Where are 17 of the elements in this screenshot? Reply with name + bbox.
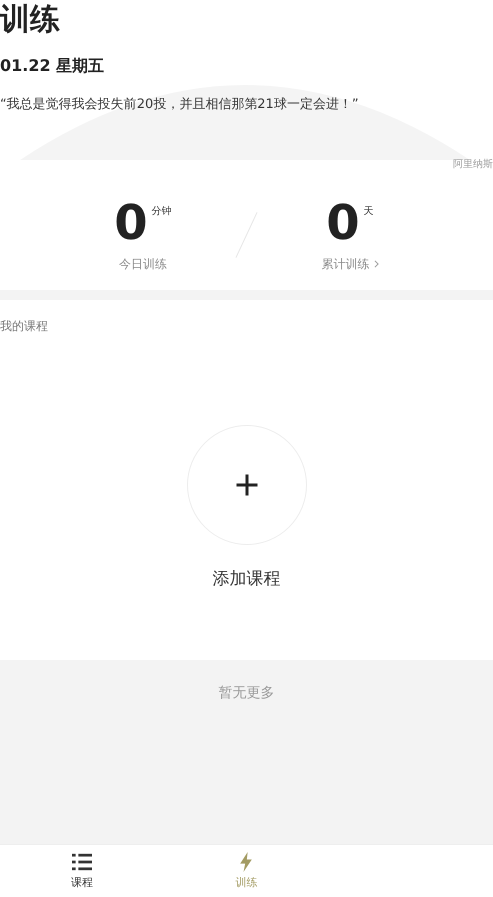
empty-note: 暂无更多 [218,684,274,703]
quote-text: “我总是觉得我会投失前20投，并且相信那第21球一定会进！” [0,96,360,113]
stat-label: 今日训练 [119,256,167,272]
stat-unit: 天 [364,204,374,218]
page-title: 训练 [0,1,61,39]
date-text: 01.22 星期五 [0,56,106,77]
section-heading: 我的课程 [0,318,48,335]
stat-value: 0 [114,198,148,248]
add-course-label: 添加课程 [212,568,280,590]
stat-link[interactable]: 累计训练 [322,256,378,272]
quote-author: 阿里纳斯 [453,158,493,171]
tab[interactable]: 训练 [164,845,329,897]
chevron-icon [374,260,378,268]
stat-unit: 分钟 [152,204,172,218]
list-icon [72,852,92,872]
stat-value: 0 [326,198,360,248]
tab[interactable]: 课程 [0,845,164,897]
